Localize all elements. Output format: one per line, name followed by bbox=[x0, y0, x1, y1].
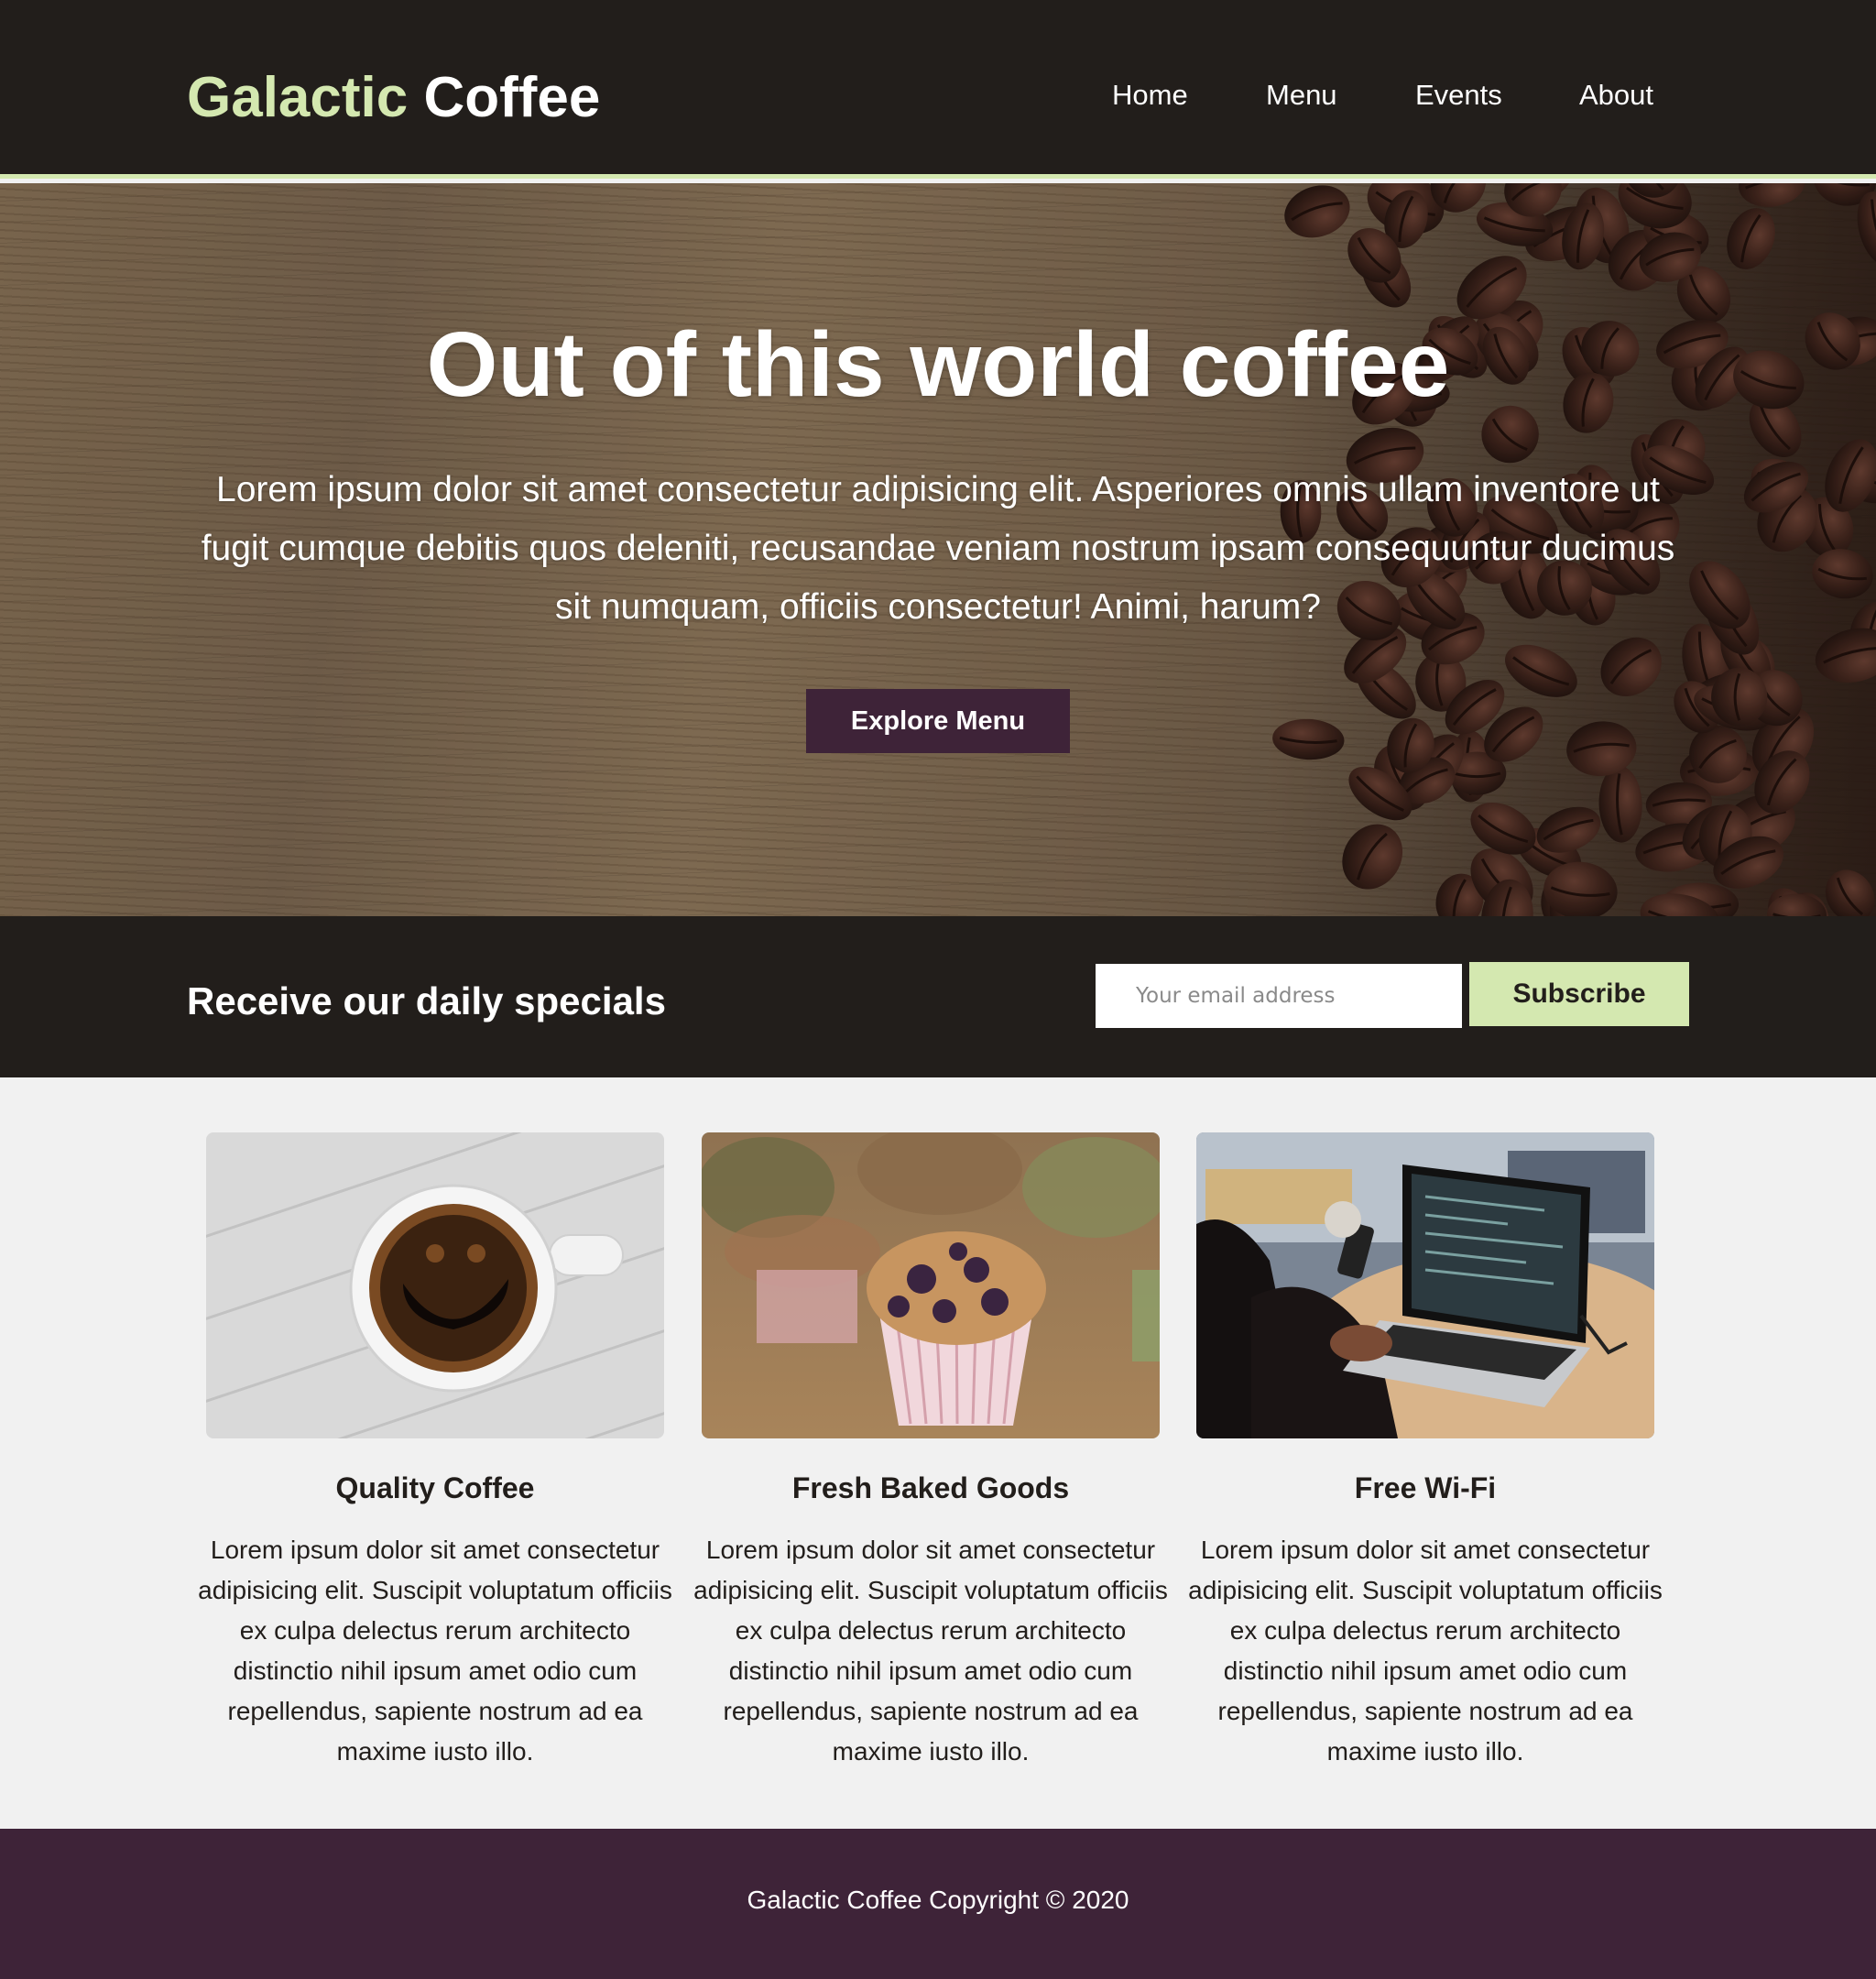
feature-card-quality-coffee: Quality Coffee Lorem ipsum dolor sit ame… bbox=[198, 1132, 672, 1792]
nav-menu-link[interactable]: Menu bbox=[1266, 75, 1337, 115]
site-header: Galactic Coffee Home Menu Events About bbox=[0, 0, 1876, 179]
coffee-cup-image bbox=[206, 1132, 664, 1438]
explore-menu-button[interactable]: Explore Menu bbox=[806, 689, 1070, 753]
feature-title: Free Wi-Fi bbox=[1354, 1471, 1497, 1504]
feature-title: Quality Coffee bbox=[335, 1471, 535, 1504]
feature-description: Lorem ipsum dolor sit amet consectetur a… bbox=[693, 1536, 1168, 1766]
site-footer: Galactic Coffee Copyright © 2020 bbox=[0, 1829, 1876, 1979]
copyright-text: Galactic Coffee Copyright © 2020 bbox=[747, 1886, 1129, 1914]
email-input[interactable] bbox=[1096, 964, 1462, 1028]
hero-title: Out of this world coffee bbox=[426, 313, 1450, 416]
subscribe-button[interactable]: Subscribe bbox=[1469, 962, 1689, 1026]
feature-card-fresh-baked-goods: Fresh Baked Goods Lorem ipsum dolor sit … bbox=[693, 1132, 1168, 1792]
laptop-cafe-image bbox=[1196, 1132, 1654, 1438]
main-nav: Home Menu Events About bbox=[0, 75, 1876, 115]
muffin-image bbox=[702, 1132, 1160, 1438]
feature-title: Fresh Baked Goods bbox=[791, 1471, 1070, 1504]
nav-about-link[interactable]: About bbox=[1579, 75, 1653, 115]
hero-section: Out of this world coffee Lorem ipsum dol… bbox=[0, 183, 1876, 916]
feature-description: Lorem ipsum dolor sit amet consectetur a… bbox=[198, 1536, 672, 1766]
feature-card-free-wifi: Free Wi-Fi Lorem ipsum dolor sit amet co… bbox=[1188, 1132, 1663, 1792]
newsletter-section: Receive our daily specials Subscribe bbox=[0, 916, 1876, 1077]
newsletter-title: Receive our daily specials bbox=[187, 979, 666, 1022]
nav-events-link[interactable]: Events bbox=[1415, 75, 1502, 115]
nav-home-link[interactable]: Home bbox=[1112, 75, 1188, 115]
feature-description: Lorem ipsum dolor sit amet consectetur a… bbox=[1188, 1536, 1663, 1766]
features-section: Quality Coffee Lorem ipsum dolor sit ame… bbox=[0, 1077, 1876, 1829]
hero-description: Lorem ipsum dolor sit amet consectetur a… bbox=[201, 470, 1675, 627]
